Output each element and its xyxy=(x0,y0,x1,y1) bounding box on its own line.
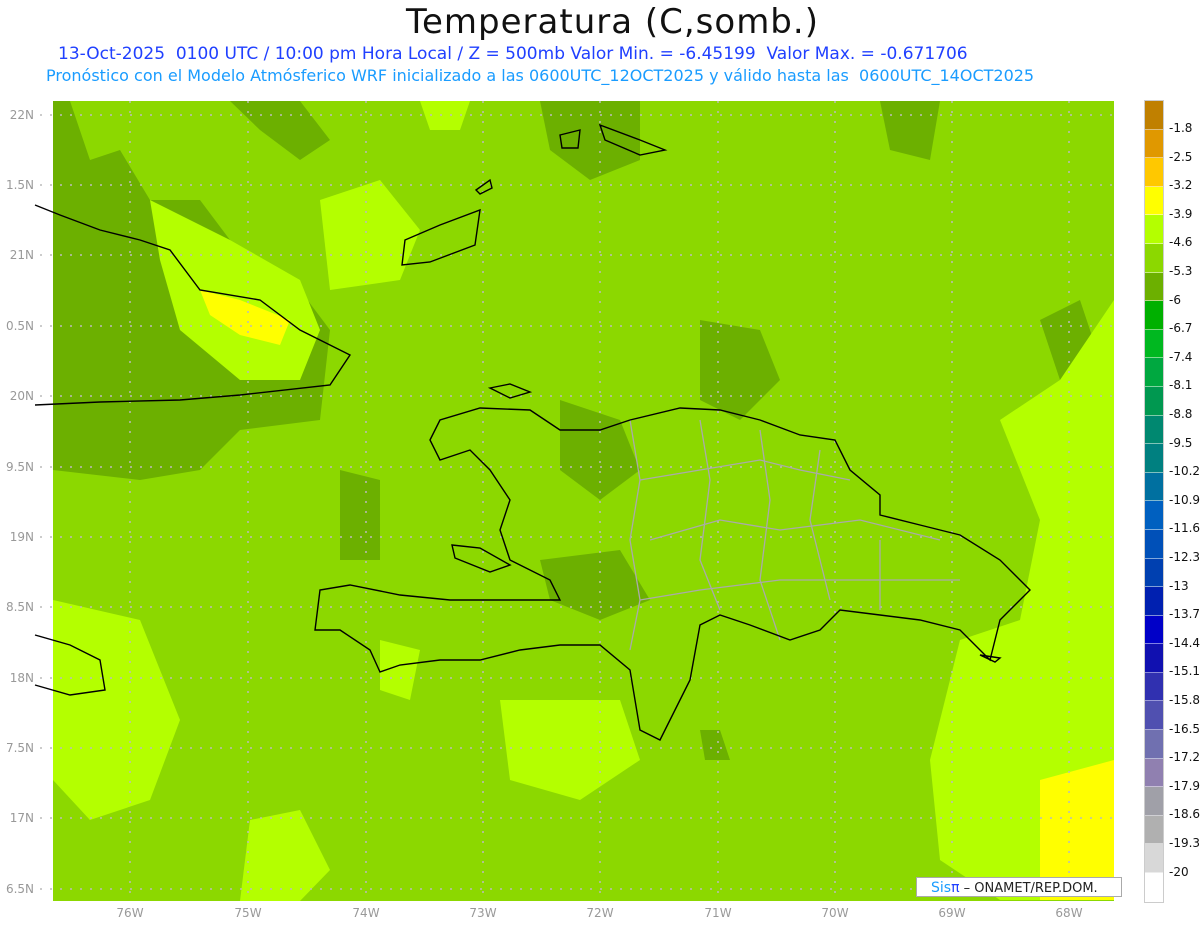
lat-label: 20N xyxy=(9,389,34,403)
lat-label: 22N xyxy=(9,108,34,122)
temperature-map xyxy=(34,101,1114,901)
colorbar-bin xyxy=(1145,243,1163,273)
colorbar-label: -12.3 xyxy=(1169,550,1200,564)
lat-label: 8.5N xyxy=(5,600,34,614)
lon-label: 73W xyxy=(469,906,497,920)
colorbar-bin xyxy=(1145,529,1163,559)
lon-label: 70W xyxy=(821,906,849,920)
lat-label: 9.5N xyxy=(5,460,34,474)
colorbar-bin xyxy=(1145,815,1163,845)
colorbar-label: -14.4 xyxy=(1169,635,1200,650)
colorbar-label: -3.2 xyxy=(1169,178,1193,193)
colorbar-label: -5.3 xyxy=(1169,264,1193,278)
colorbar-bin xyxy=(1145,215,1163,244)
colorbar-bin xyxy=(1145,386,1163,416)
colorbar-bin xyxy=(1145,615,1163,645)
colorbar-label: -3.9 xyxy=(1169,206,1193,221)
colorbar-bin xyxy=(1145,186,1163,216)
colorbar-label: -17.2 xyxy=(1169,750,1200,765)
colorbar-label: -16.5 xyxy=(1169,721,1200,736)
colorbar-label: -6 xyxy=(1169,292,1181,307)
lon-label: 71W xyxy=(704,906,732,920)
colorbar xyxy=(1144,100,1164,903)
colorbar-label: -13.7 xyxy=(1169,607,1200,622)
colorbar-label: -8.8 xyxy=(1169,407,1193,421)
colorbar-label: -6.7 xyxy=(1169,321,1193,336)
colorbar-bin xyxy=(1145,101,1163,130)
colorbar-bin xyxy=(1145,158,1163,187)
colorbar-label: -9.5 xyxy=(1169,435,1193,450)
colorbar-bin xyxy=(1145,873,1163,902)
lon-label: 72W xyxy=(586,906,614,920)
lon-label: 69W xyxy=(938,906,966,920)
colorbar-label: -10.9 xyxy=(1169,492,1200,507)
colorbar-bin xyxy=(1145,758,1163,788)
colorbar-label: -17.9 xyxy=(1169,778,1200,793)
colorbar-bin xyxy=(1145,358,1163,387)
colorbar-label: -4.6 xyxy=(1169,235,1193,250)
lon-label: 76W xyxy=(116,906,144,920)
colorbar-label: -15.1 xyxy=(1169,664,1200,679)
colorbar-bin xyxy=(1145,701,1163,731)
colorbar-bin xyxy=(1145,787,1163,816)
colorbar-label: -18.6 xyxy=(1169,807,1200,822)
colorbar-bin xyxy=(1145,472,1163,502)
colorbar-bin xyxy=(1145,415,1163,445)
colorbar-bin xyxy=(1145,730,1163,759)
colorbar-bin xyxy=(1145,672,1163,702)
colorbar-label: -2.5 xyxy=(1169,149,1193,164)
colorbar-bin xyxy=(1145,501,1163,530)
lat-label: 6.5N xyxy=(5,882,34,896)
colorbar-bin xyxy=(1145,129,1163,159)
colorbar-label: -1.8 xyxy=(1169,121,1193,135)
lon-label: 74W xyxy=(352,906,380,920)
colorbar-bin xyxy=(1145,272,1163,302)
lon-label: 75W xyxy=(234,906,262,920)
colorbar-label: -7.4 xyxy=(1169,349,1193,364)
credit-box: Sisπ – ONAMET/REP.DOM. xyxy=(916,877,1122,897)
credit-sis: Sis xyxy=(931,880,952,896)
colorbar-label: -20 xyxy=(1169,864,1189,879)
colorbar-bin xyxy=(1145,329,1163,359)
colorbar-bin xyxy=(1145,444,1163,473)
colorbar-bin xyxy=(1145,301,1163,330)
colorbar-bin xyxy=(1145,644,1163,673)
colorbar-label: -19.3 xyxy=(1169,836,1200,850)
lat-label: 18N xyxy=(9,671,34,685)
credit-text: – ONAMET/REP.DOM. xyxy=(963,881,1098,896)
colorbar-label: -13 xyxy=(1169,578,1189,593)
colorbar-label: -15.8 xyxy=(1169,693,1200,707)
colorbar-label: -10.2 xyxy=(1169,464,1200,479)
colorbar-bin xyxy=(1145,587,1163,616)
lat-label: 1.5N xyxy=(5,178,34,192)
lat-label: 17N xyxy=(9,811,34,825)
lat-label: 21N xyxy=(9,248,34,262)
credit-pi-logo: π xyxy=(951,880,960,896)
colorbar-bin xyxy=(1145,844,1163,874)
colorbar-label: -11.6 xyxy=(1169,521,1200,536)
lon-label: 68W xyxy=(1055,906,1083,920)
colorbar-bin xyxy=(1145,558,1163,588)
lat-label: 7.5N xyxy=(5,741,34,755)
colorbar-label: -8.1 xyxy=(1169,378,1193,393)
lat-label: 0.5N xyxy=(5,319,34,333)
lat-label: 19N xyxy=(9,530,34,544)
